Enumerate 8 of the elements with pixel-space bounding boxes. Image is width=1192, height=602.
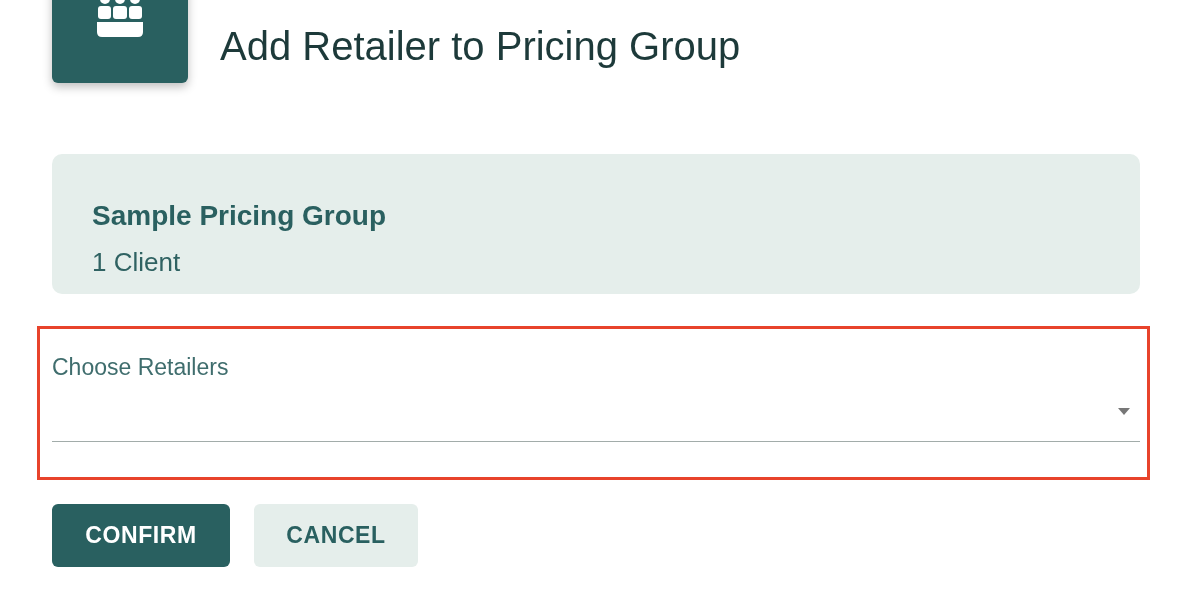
caret-icon xyxy=(1118,407,1130,415)
dialog-title: Add Retailer to Pricing Group xyxy=(220,23,741,70)
cancel-button[interactable]: CANCEL xyxy=(254,504,418,567)
confirm-button[interactable]: CONFIRM xyxy=(52,504,230,567)
people-group-icon xyxy=(97,0,143,37)
pricing-group-name: Sample Pricing Group xyxy=(92,199,387,233)
client-count: 1 Client xyxy=(92,246,181,278)
retailer-select[interactable]: Choose Retailers xyxy=(52,345,1140,442)
